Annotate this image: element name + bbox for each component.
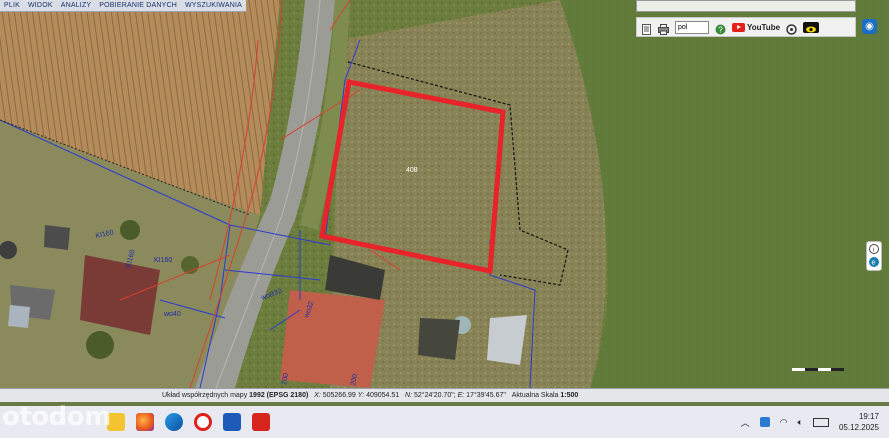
side-panel-tab[interactable]: ie: [866, 241, 882, 271]
document-icon[interactable]: [641, 22, 652, 35]
n-value: 52°24'20.70": [413, 392, 454, 399]
svg-text:e: e: [872, 260, 876, 267]
watermark-logo: otodom: [2, 402, 111, 432]
eye-icon[interactable]: ◉: [862, 19, 877, 34]
map-toolbar: pol ? YouTube: [636, 17, 856, 37]
word-icon[interactable]: [223, 413, 241, 431]
e-value: 17°39'45.67": [466, 392, 506, 399]
youtube-icon: [732, 22, 745, 32]
house-roof: [280, 290, 385, 388]
wifi-icon[interactable]: ◠: [780, 417, 788, 428]
menu-item-plik[interactable]: PLIK: [0, 2, 24, 9]
battery-icon[interactable]: [812, 417, 829, 427]
app-tray-icon[interactable]: [759, 417, 770, 427]
orthophoto-map: 408 KI160 KI160 KI160 wo40 woB32 wo32 20…: [0, 0, 889, 388]
parcel-label: KI160: [154, 257, 172, 264]
y-value: 409054.51: [366, 392, 400, 399]
youtube-link[interactable]: YouTube: [732, 22, 780, 32]
status-bar: Układ współrzędnych mapy 1992 (EPSG 2180…: [0, 388, 889, 402]
visibility-icon[interactable]: [803, 21, 820, 33]
scale-value: 1:500: [560, 392, 579, 399]
n-label: N:: [405, 392, 413, 399]
menu-item-analizy[interactable]: ANALIZY: [57, 2, 96, 9]
y-label: Y:: [357, 392, 365, 399]
svg-text:?: ?: [718, 25, 723, 34]
menu-item-wyszukiwania[interactable]: WYSZUKIWANIA: [181, 2, 246, 9]
language-select[interactable]: pol: [675, 20, 709, 34]
plot-number-label: 408: [406, 167, 418, 174]
menu-item-pobieranie-danych[interactable]: POBIERANIE DANYCH: [95, 2, 181, 9]
crs-prefix: Układ współrzędnych mapy: [162, 392, 248, 399]
x-value: 505266.99: [322, 392, 356, 399]
opera-icon[interactable]: [194, 413, 212, 431]
system-tray: ︿ ◠ 🔈︎ 19:17 05.12.2025: [741, 406, 879, 438]
chevron-up-icon[interactable]: ︿: [741, 416, 750, 429]
menu-bar: PLIK WIDOK ANALIZY POBIERANIE DANYCH WYS…: [0, 0, 246, 12]
print-icon[interactable]: [658, 22, 669, 35]
firefox-icon[interactable]: [136, 413, 154, 431]
edge-icon[interactable]: [165, 413, 183, 431]
volume-icon[interactable]: 🔈︎: [798, 417, 803, 428]
x-label: X:: [314, 392, 321, 399]
scale-bar: [792, 368, 844, 371]
help-icon[interactable]: ?: [715, 22, 726, 34]
overview-minimap[interactable]: [636, 0, 856, 12]
crs-value: 1992 (EPSG 2180): [249, 392, 309, 399]
e-label: E:: [457, 392, 465, 399]
clock[interactable]: 19:17 05.12.2025: [839, 411, 879, 433]
settings-icon[interactable]: [786, 22, 797, 35]
map-view[interactable]: 408 KI160 KI160 KI160 wo40 woB32 wo32 20…: [0, 0, 889, 388]
menu-item-widok[interactable]: WIDOK: [24, 2, 57, 9]
svg-text:i: i: [873, 248, 874, 254]
scale-label: Aktualna Skala: [511, 392, 559, 399]
pdf-reader-icon[interactable]: [252, 413, 270, 431]
parcel-label: wo40: [163, 311, 181, 318]
